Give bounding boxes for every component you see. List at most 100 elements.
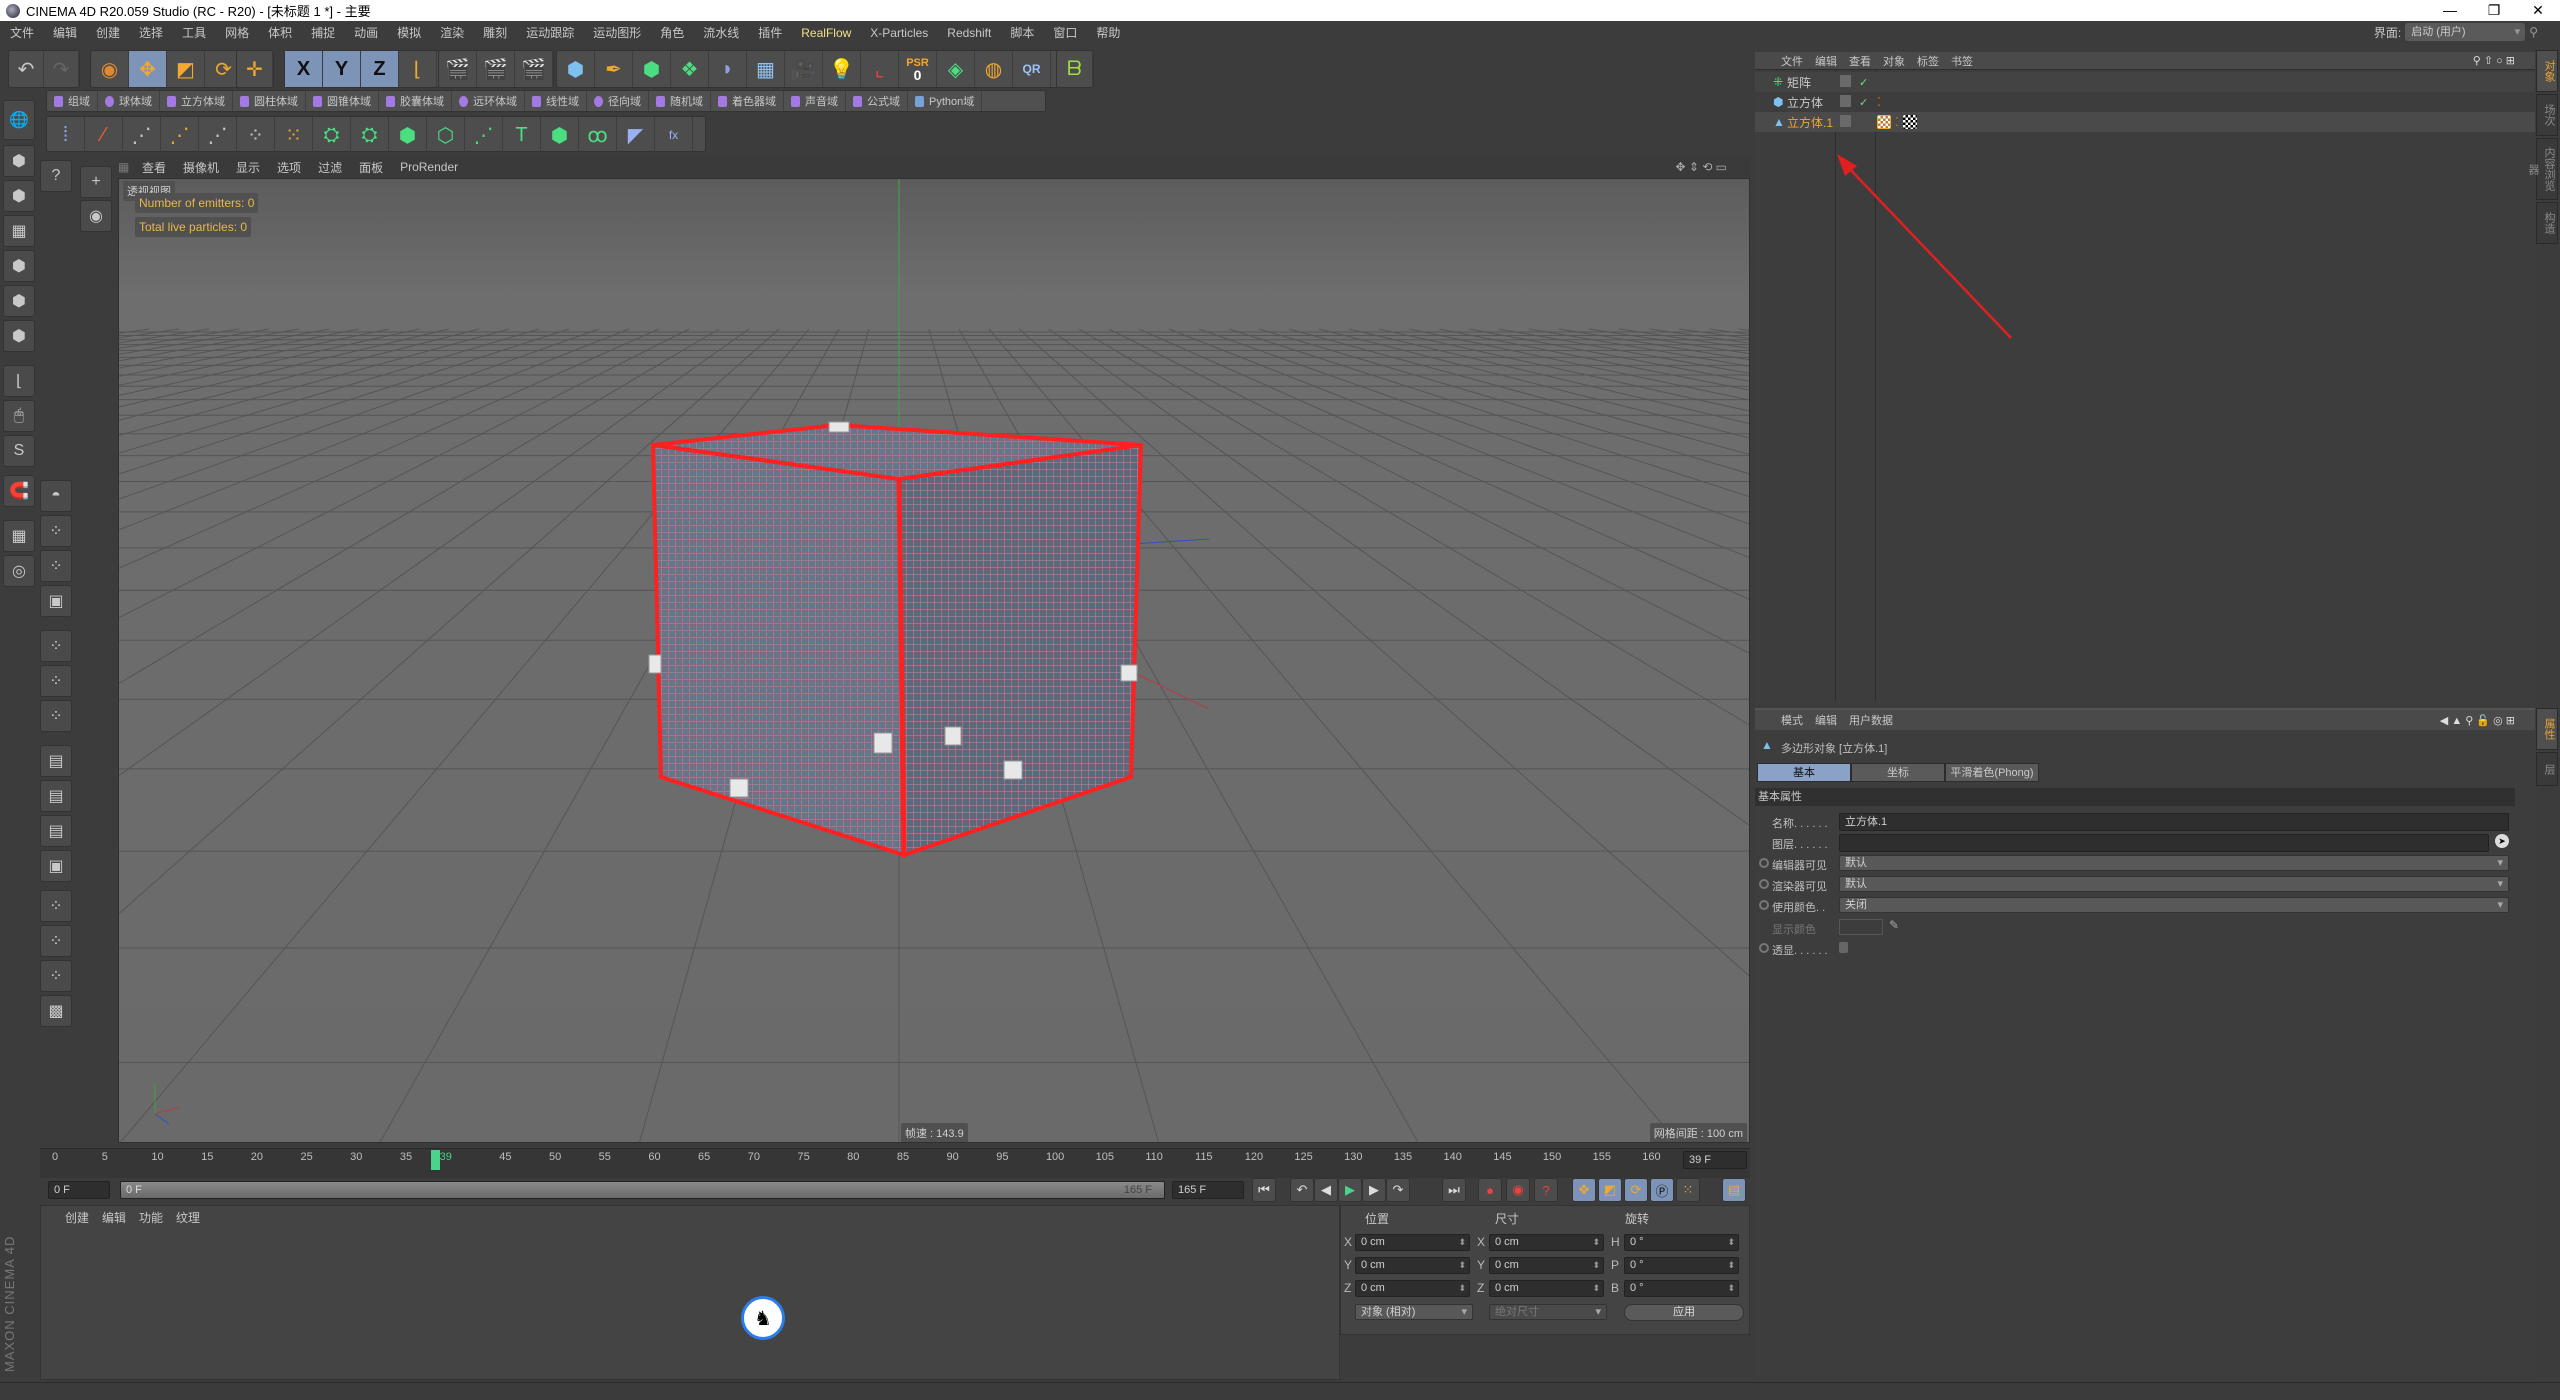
workplane-mode-icon[interactable]: ▦ (3, 215, 35, 247)
material-menu-edit[interactable]: 编辑 (102, 1209, 126, 1226)
enabled-check[interactable]: ✓ (1859, 96, 1868, 109)
size-z-field[interactable]: 0 cm (1489, 1280, 1604, 1297)
om-menu-object[interactable]: 对象 (1883, 53, 1905, 69)
minimize-button[interactable]: — (2428, 0, 2472, 21)
pen-icon[interactable]: ✒ (595, 51, 633, 87)
viewport-move-icon[interactable]: + (80, 166, 112, 198)
field-sound[interactable]: 声音域 (784, 91, 846, 111)
close-hole-icon[interactable]: ▣ (40, 585, 72, 617)
am-menu-edit[interactable]: 编辑 (1815, 712, 1837, 728)
name-input[interactable]: 立方体.1 (1839, 813, 2509, 831)
effector-plain-icon[interactable]: ◤ (617, 117, 655, 153)
axis-mode-icon[interactable]: ⌊ (3, 365, 35, 397)
object-name[interactable]: 立方体 (1787, 94, 1823, 111)
layer-pick-icon[interactable]: ➤ (2495, 834, 2509, 848)
previous-frame-button[interactable]: ◀ (1314, 1178, 1338, 1202)
phong-tag-icon[interactable]: ⁚ (1877, 95, 1881, 109)
side-tab-content-browser[interactable]: 内容浏览器 (2527, 138, 2558, 200)
play-button[interactable]: ▶ (1338, 1178, 1362, 1202)
sphere-grid-icon[interactable]: ◈ (937, 51, 975, 87)
search-icon[interactable]: ⚲ (2529, 25, 2538, 39)
xray-checkbox[interactable] (1839, 942, 1848, 953)
editor-visible-anim-radio[interactable] (1759, 858, 1769, 868)
rotation-h-field[interactable]: 0 ° (1624, 1234, 1739, 1251)
object-row-cube[interactable]: ⬢ 立方体 ✓ ⁚ (1755, 92, 2535, 112)
side-tab-layers[interactable]: 层 (2536, 752, 2558, 786)
material-menu-texture[interactable]: 纹理 (176, 1209, 200, 1226)
menu-motion-tracking[interactable]: 运动跟踪 (526, 24, 574, 41)
render-picture-icon[interactable]: 🎬 (477, 51, 515, 87)
lock-workplane-icon[interactable]: ▦ (3, 520, 35, 552)
smooth-shift-icon[interactable]: ▤ (40, 780, 72, 812)
texture-tag-icon[interactable] (1877, 115, 1891, 129)
menu-simulate[interactable]: 模拟 (397, 24, 421, 41)
render-view-icon[interactable]: 🎬 (439, 51, 477, 87)
magnet-icon[interactable]: 🧲 (3, 475, 35, 507)
tab-basic[interactable]: 基本 (1757, 763, 1851, 782)
plugin-icon[interactable]: ᗷ (1057, 51, 1093, 87)
array-icon[interactable]: ❖ (671, 51, 709, 87)
eyedropper-icon[interactable]: ✎ (1889, 918, 1899, 932)
apply-button[interactable]: 应用 (1624, 1304, 1744, 1321)
dissolve-icon[interactable]: ⁘ (40, 925, 72, 957)
psr-button[interactable]: PSR 0 (899, 51, 937, 87)
bevel-icon[interactable]: ⁘ (40, 665, 72, 697)
om-menu-file[interactable]: 文件 (1781, 53, 1803, 69)
menu-render[interactable]: 渲染 (440, 24, 464, 41)
rotation-b-field[interactable]: 0 ° (1624, 1280, 1739, 1297)
start-frame-field[interactable]: 0 F (48, 1181, 110, 1199)
timeline-ruler[interactable]: 0 5 10 15 20 25 30 35 39 45 50 55 60 65 70 75 80 85 90 95 10… (40, 1148, 1750, 1178)
end-frame-field[interactable]: 165 F (1172, 1181, 1244, 1199)
use-color-anim-radio[interactable] (1759, 900, 1769, 910)
material-menu-create[interactable]: 创建 (65, 1209, 89, 1226)
field-torus[interactable]: 远环体域 (452, 91, 525, 111)
spline-pen-icon[interactable]: ⋰ (161, 117, 199, 153)
mograph-spline-wrap-icon[interactable]: ꝏ (579, 117, 617, 153)
position-x-field[interactable]: 0 cm (1355, 1234, 1470, 1251)
checker-icon[interactable]: ▩ (40, 995, 72, 1027)
mograph-extrude-icon[interactable]: ⬢ (541, 117, 579, 153)
om-menu-bookmarks[interactable]: 书签 (1951, 53, 1973, 69)
xray-anim-radio[interactable] (1759, 943, 1769, 953)
visibility-toggle[interactable] (1840, 95, 1851, 107)
rotation-p-field[interactable]: 0 ° (1624, 1257, 1739, 1274)
checker-tag-icon[interactable] (1902, 115, 1917, 129)
record-keys-button[interactable]: ● (1478, 1178, 1502, 1202)
menu-mesh[interactable]: 网格 (225, 24, 249, 41)
viewport-menu-filter[interactable]: 过滤 (318, 159, 342, 176)
field-cone[interactable]: 圆锥体域 (306, 91, 379, 111)
globe-icon[interactable]: ◍ (975, 51, 1013, 87)
om-menu-view[interactable]: 查看 (1849, 53, 1871, 69)
menu-window[interactable]: 窗口 (1053, 24, 1077, 41)
phong-tag-icon[interactable]: ⁚ (1895, 115, 1899, 129)
side-tab-structure[interactable]: 构造 (2536, 202, 2558, 244)
viewport-menu-prorender[interactable]: ProRender (400, 160, 458, 174)
cloner-line-icon[interactable]: ⋰ (199, 117, 237, 153)
menu-file[interactable]: 文件 (10, 24, 34, 41)
field-capsule[interactable]: 胶囊体域 (379, 91, 452, 111)
size-x-field[interactable]: 0 cm (1489, 1234, 1604, 1251)
close-button[interactable]: ✕ (2516, 0, 2560, 21)
menu-tools[interactable]: 工具 (182, 24, 206, 41)
knife-icon[interactable]: ⁘ (40, 515, 72, 547)
om-tool-icons[interactable]: ⚲ ⇧ ○ ⊞ (2473, 54, 2515, 67)
menu-character[interactable]: 角色 (660, 24, 684, 41)
visibility-toggle[interactable] (1840, 75, 1851, 87)
menu-pipeline[interactable]: 流水线 (703, 24, 739, 41)
menu-create[interactable]: 创建 (96, 24, 120, 41)
menu-edit[interactable]: 编辑 (53, 24, 77, 41)
layout-dropdown[interactable]: 启动 (用户) (2405, 23, 2526, 41)
viewport-menu-panel[interactable]: 面板 (359, 159, 383, 176)
menu-volume[interactable]: 体积 (268, 24, 292, 41)
visibility-toggle[interactable] (1840, 115, 1851, 127)
solo-icon[interactable]: ◎ (3, 555, 35, 587)
om-menu-edit[interactable]: 编辑 (1815, 53, 1837, 69)
menu-mograph[interactable]: 运动图形 (593, 24, 641, 41)
weld-icon[interactable]: ▤ (40, 815, 72, 847)
texture-mode-icon[interactable]: ⬢ (3, 180, 35, 212)
qr-button[interactable]: QR (1013, 51, 1051, 87)
edges-mode-icon[interactable]: ⬢ (3, 285, 35, 317)
3d-viewport[interactable]: 透视视图 Number of emitters: 0 Total live pa… (118, 178, 1750, 1143)
timeline-window-button[interactable]: ▤ (1722, 1178, 1746, 1202)
points-mode-icon[interactable]: ⬢ (3, 250, 35, 282)
